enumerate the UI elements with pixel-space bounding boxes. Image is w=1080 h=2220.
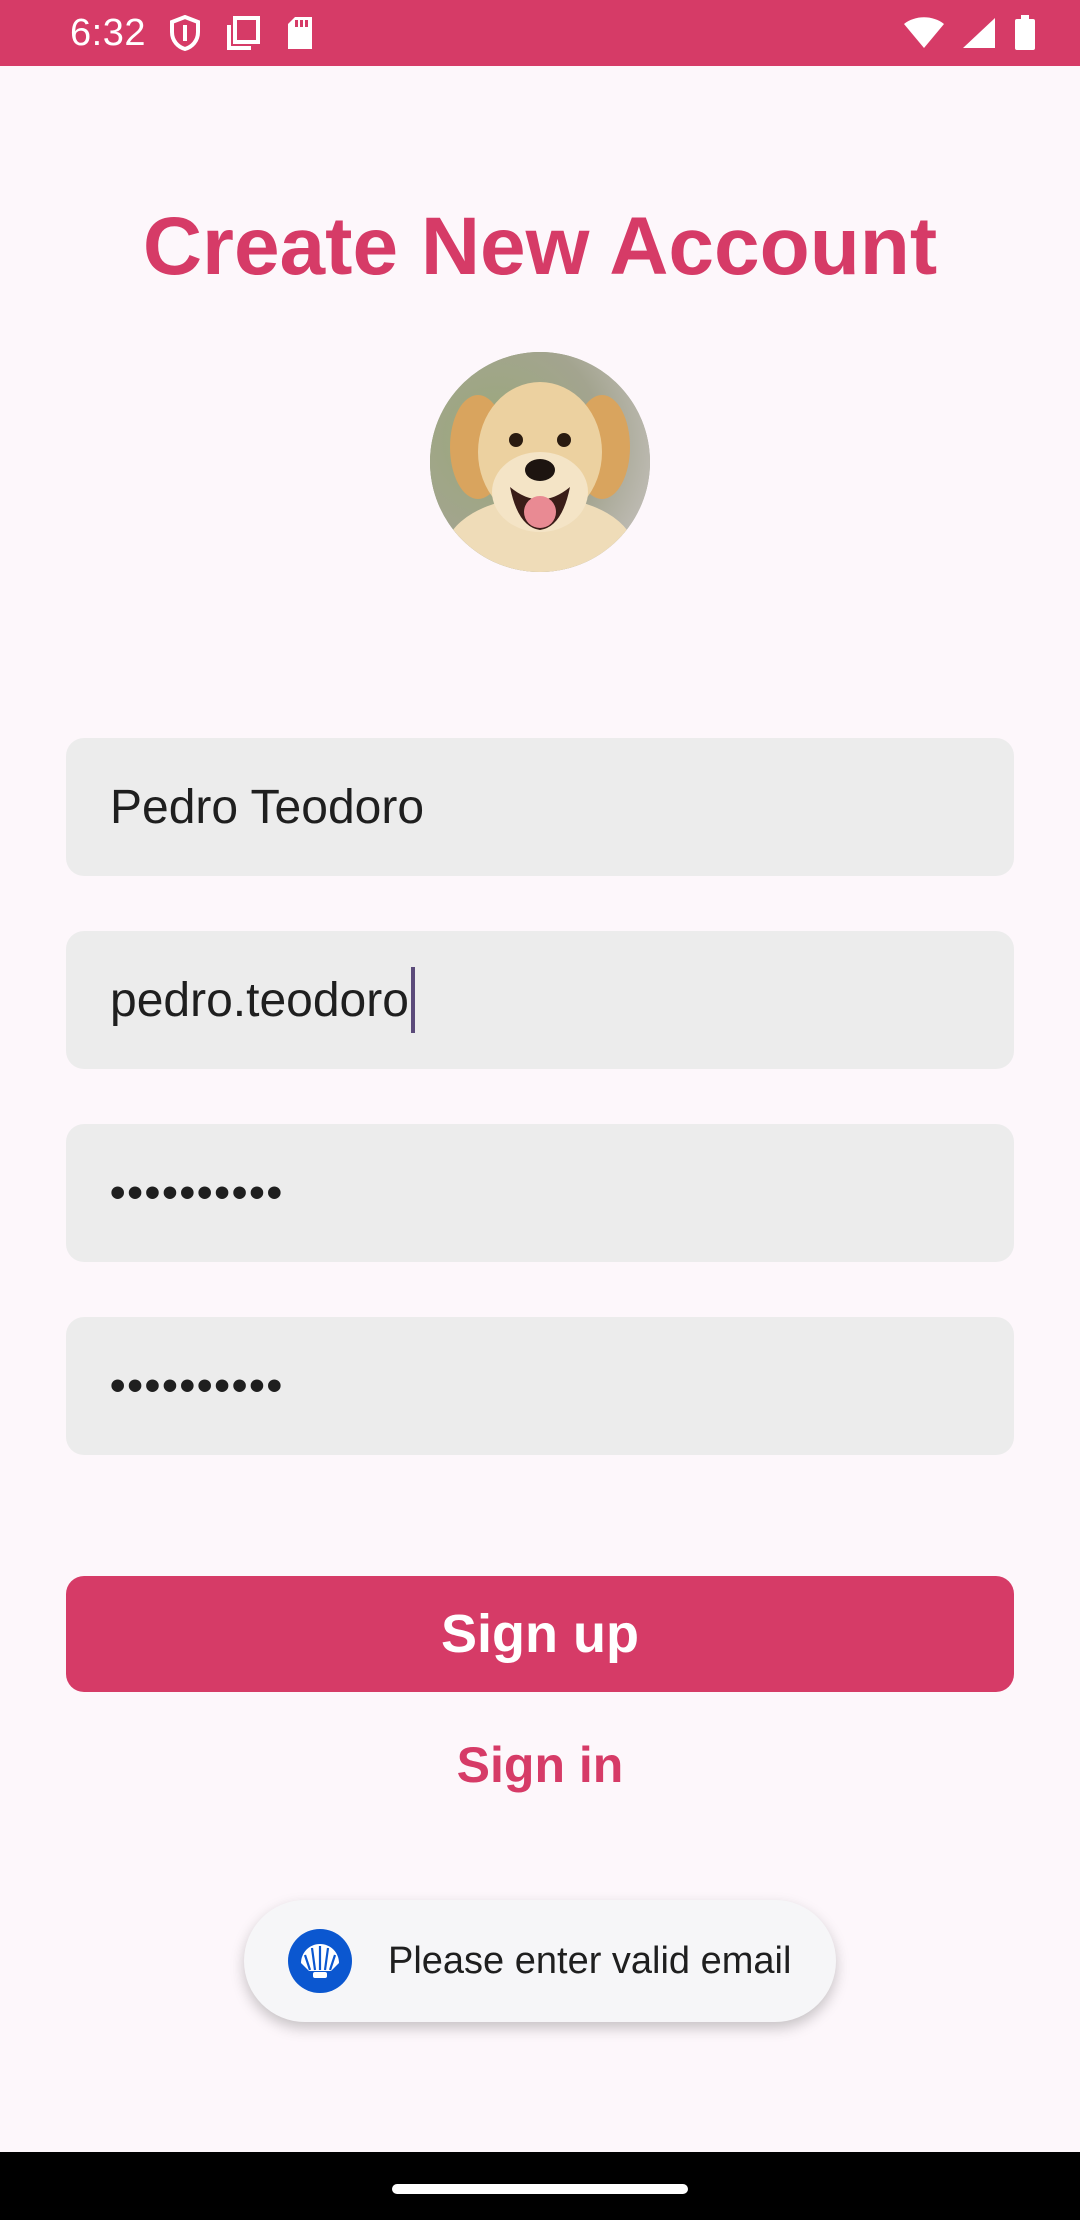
password-field-value: •••••••••• <box>110 1168 285 1217</box>
sd-card-icon <box>286 16 314 50</box>
confirm-password-field-value: •••••••••• <box>110 1361 285 1410</box>
home-handle[interactable] <box>392 2184 688 2194</box>
app-shell-icon <box>288 1929 352 1993</box>
email-field[interactable]: pedro.teodoro <box>66 931 1014 1069</box>
avatar[interactable] <box>430 352 650 572</box>
toast: Please enter valid email <box>244 1900 836 2022</box>
battery-icon <box>1014 15 1036 51</box>
signup-button[interactable]: Sign up <box>66 1576 1014 1692</box>
dog-photo-icon <box>430 352 650 572</box>
signal-icon <box>962 17 996 49</box>
wifi-icon <box>904 17 944 49</box>
confirm-password-field[interactable]: •••••••••• <box>66 1317 1014 1455</box>
text-cursor <box>410 967 415 1033</box>
page-title: Create New Account <box>142 201 938 292</box>
email-field-value: pedro.teodoro <box>110 973 409 1027</box>
toast-message: Please enter valid email <box>388 1939 792 1982</box>
status-bar: 6:32 <box>0 0 1080 66</box>
shield-icon <box>169 15 200 51</box>
navigation-bar <box>0 2152 1080 2220</box>
name-field-value: Pedro Teodoro <box>110 780 425 834</box>
password-field[interactable]: •••••••••• <box>66 1124 1014 1262</box>
name-field[interactable]: Pedro Teodoro <box>66 738 1014 876</box>
copy-icon <box>226 16 260 50</box>
status-left-icons <box>169 15 314 51</box>
status-time: 6:32 <box>70 11 146 54</box>
status-right-icons <box>904 15 1036 51</box>
signin-link[interactable]: Sign in <box>0 1736 1080 1794</box>
